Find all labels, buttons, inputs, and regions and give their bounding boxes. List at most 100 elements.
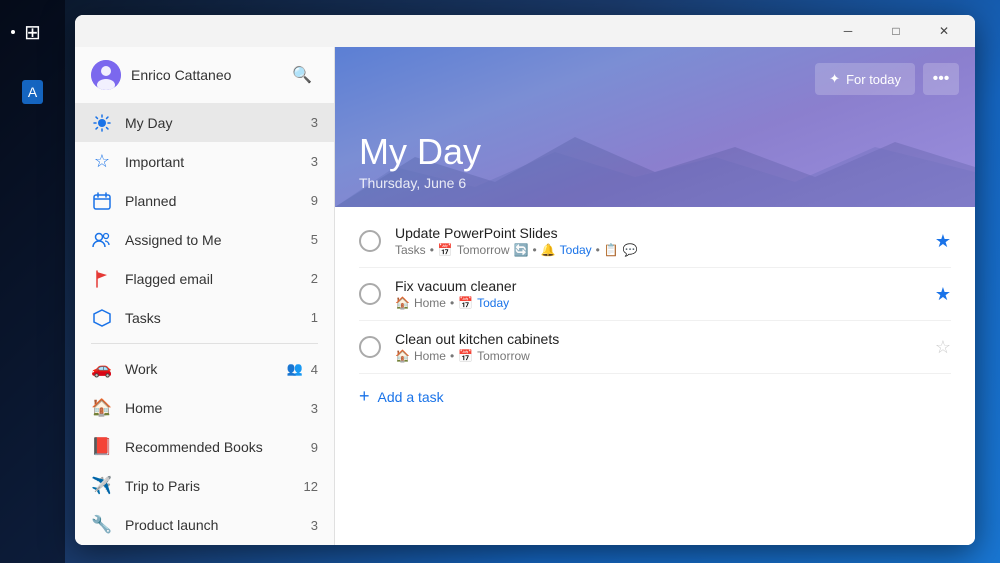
tasks-count: 1 [311, 310, 318, 325]
user-name: Enrico Cattaneo [131, 67, 231, 83]
search-icon: 🔍 [292, 65, 312, 85]
task-2-content: Fix vacuum cleaner 🏠 Home • 📅 Today [395, 278, 935, 310]
important-label: Important [125, 154, 311, 170]
task-1-title: Update PowerPoint Slides [395, 225, 935, 241]
task-3-meta: 🏠 Home • 📅 Tomorrow [395, 349, 935, 363]
planned-label: Planned [125, 193, 311, 209]
nav-work[interactable]: 🚗 Work 👥 4 [75, 350, 334, 389]
for-today-label: For today [846, 72, 901, 87]
task-list: Update PowerPoint Slides Tasks • 📅 Tomor… [335, 207, 975, 545]
add-task-label: Add a task [378, 389, 444, 405]
home-icon-3: 🏠 [395, 349, 410, 363]
taskbar-icon-2[interactable]: A [9, 68, 57, 116]
chat-icon-1: 💬 [623, 243, 638, 257]
task-1-checkbox[interactable] [359, 230, 381, 252]
task-1-today: Today [560, 243, 592, 257]
add-task-button[interactable]: + Add a task [335, 374, 975, 419]
search-button[interactable]: 🔍 [286, 59, 318, 91]
task-3-content: Clean out kitchen cabinets 🏠 Home • 📅 To… [395, 331, 935, 363]
my-day-label: My Day [125, 115, 311, 131]
nav-tasks[interactable]: Tasks 1 [75, 298, 334, 337]
add-icon: + [359, 386, 370, 407]
flagged-count: 2 [311, 271, 318, 286]
user-info: Enrico Cattaneo [91, 60, 231, 90]
flagged-icon [91, 268, 113, 290]
task-3-dot: • [450, 349, 454, 363]
header-actions: ✦ For today ••• [815, 63, 959, 95]
maximize-button[interactable]: □ [873, 15, 919, 47]
nav-home[interactable]: 🏠 Home 3 [75, 389, 334, 428]
task-1-due: Tomorrow [457, 243, 510, 257]
home-count: 3 [311, 401, 318, 416]
product-count: 3 [311, 518, 318, 533]
nav-my-day[interactable]: My Day 3 [75, 103, 334, 142]
work-icon: 🚗 [91, 358, 113, 380]
home-icon-2: 🏠 [395, 296, 410, 310]
assigned-count: 5 [311, 232, 318, 247]
app-body: Enrico Cattaneo 🔍 [75, 47, 975, 545]
task-3-list: Home [414, 349, 446, 363]
my-day-icon [91, 112, 113, 134]
title-bar: ─ □ ✕ [75, 15, 975, 47]
sidebar: Enrico Cattaneo 🔍 [75, 47, 335, 545]
main-panel: ✦ For today ••• My Day Thursday, June 6 [335, 47, 975, 545]
important-count: 3 [311, 154, 318, 169]
calendar-icon-2: 📅 [458, 296, 473, 310]
task-3-title: Clean out kitchen cabinets [395, 331, 935, 347]
nav-recommended-books[interactable]: 📕 Recommended Books 9 [75, 428, 334, 467]
task-2-checkbox[interactable] [359, 283, 381, 305]
taskbar-icon-1[interactable]: ⊞ [9, 8, 57, 56]
work-count: 4 [311, 362, 318, 377]
task-3-star[interactable]: ☆ [935, 337, 951, 358]
nav-flagged[interactable]: Flagged email 2 [75, 259, 334, 298]
panel-header: ✦ For today ••• My Day Thursday, June 6 [335, 47, 975, 207]
task-2-today: Today [477, 296, 509, 310]
more-options-button[interactable]: ••• [923, 63, 959, 95]
task-1-meta: Tasks • 📅 Tomorrow 🔄 • 🔔 Today • 📋 � [395, 243, 935, 257]
task-1-dot-2: 🔄 [514, 243, 529, 257]
task-item-1[interactable]: Update PowerPoint Slides Tasks • 📅 Tomor… [335, 215, 975, 267]
bell-icon-1: 🔔 [541, 243, 556, 257]
flagged-label: Flagged email [125, 271, 311, 287]
task-item-2[interactable]: Fix vacuum cleaner 🏠 Home • 📅 Today ★ [335, 268, 975, 320]
nav-trip-paris[interactable]: ✈️ Trip to Paris 12 [75, 467, 334, 506]
copy-icon-1: 📋 [604, 243, 619, 257]
task-1-dot-1: • [430, 243, 434, 257]
assigned-label: Assigned to Me [125, 232, 311, 248]
paris-icon: ✈️ [91, 475, 113, 497]
planned-icon [91, 190, 113, 212]
nav-product-launch[interactable]: 🔧 Product launch 3 [75, 506, 334, 545]
task-1-dot-3: • [532, 243, 536, 257]
desktop: ⊞ A ─ □ ✕ [0, 0, 1000, 563]
task-2-star[interactable]: ★ [935, 284, 951, 305]
nav-important[interactable]: ☆ Important 3 [75, 142, 334, 181]
app-window: ─ □ ✕ [75, 15, 975, 545]
task-2-title: Fix vacuum cleaner [395, 278, 935, 294]
for-today-button[interactable]: ✦ For today [815, 63, 915, 95]
task-1-star[interactable]: ★ [935, 231, 951, 252]
task-3-checkbox[interactable] [359, 336, 381, 358]
nav-assigned[interactable]: Assigned to Me 5 [75, 220, 334, 259]
task-2-meta: 🏠 Home • 📅 Today [395, 296, 935, 310]
ellipsis-icon: ••• [933, 70, 950, 88]
work-people-icon: 👥 [287, 361, 303, 377]
sidebar-header: Enrico Cattaneo 🔍 [75, 47, 334, 103]
task-item-3[interactable]: Clean out kitchen cabinets 🏠 Home • 📅 To… [335, 321, 975, 373]
books-icon: 📕 [91, 436, 113, 458]
my-day-count: 3 [311, 115, 318, 130]
books-label: Recommended Books [125, 439, 311, 455]
calendar-icon-3: 📅 [458, 349, 473, 363]
close-button[interactable]: ✕ [921, 15, 967, 47]
nav-planned[interactable]: Planned 9 [75, 181, 334, 220]
task-2-dot: • [450, 296, 454, 310]
work-label: Work [125, 361, 287, 377]
planned-count: 9 [311, 193, 318, 208]
paris-label: Trip to Paris [125, 478, 304, 494]
minimize-button[interactable]: ─ [825, 15, 871, 47]
books-count: 9 [311, 440, 318, 455]
task-3-due: Tomorrow [477, 349, 530, 363]
task-2-list: Home [414, 296, 446, 310]
task-1-content: Update PowerPoint Slides Tasks • 📅 Tomor… [395, 225, 935, 257]
product-label: Product launch [125, 517, 311, 533]
panel-title: My Day [359, 131, 951, 173]
